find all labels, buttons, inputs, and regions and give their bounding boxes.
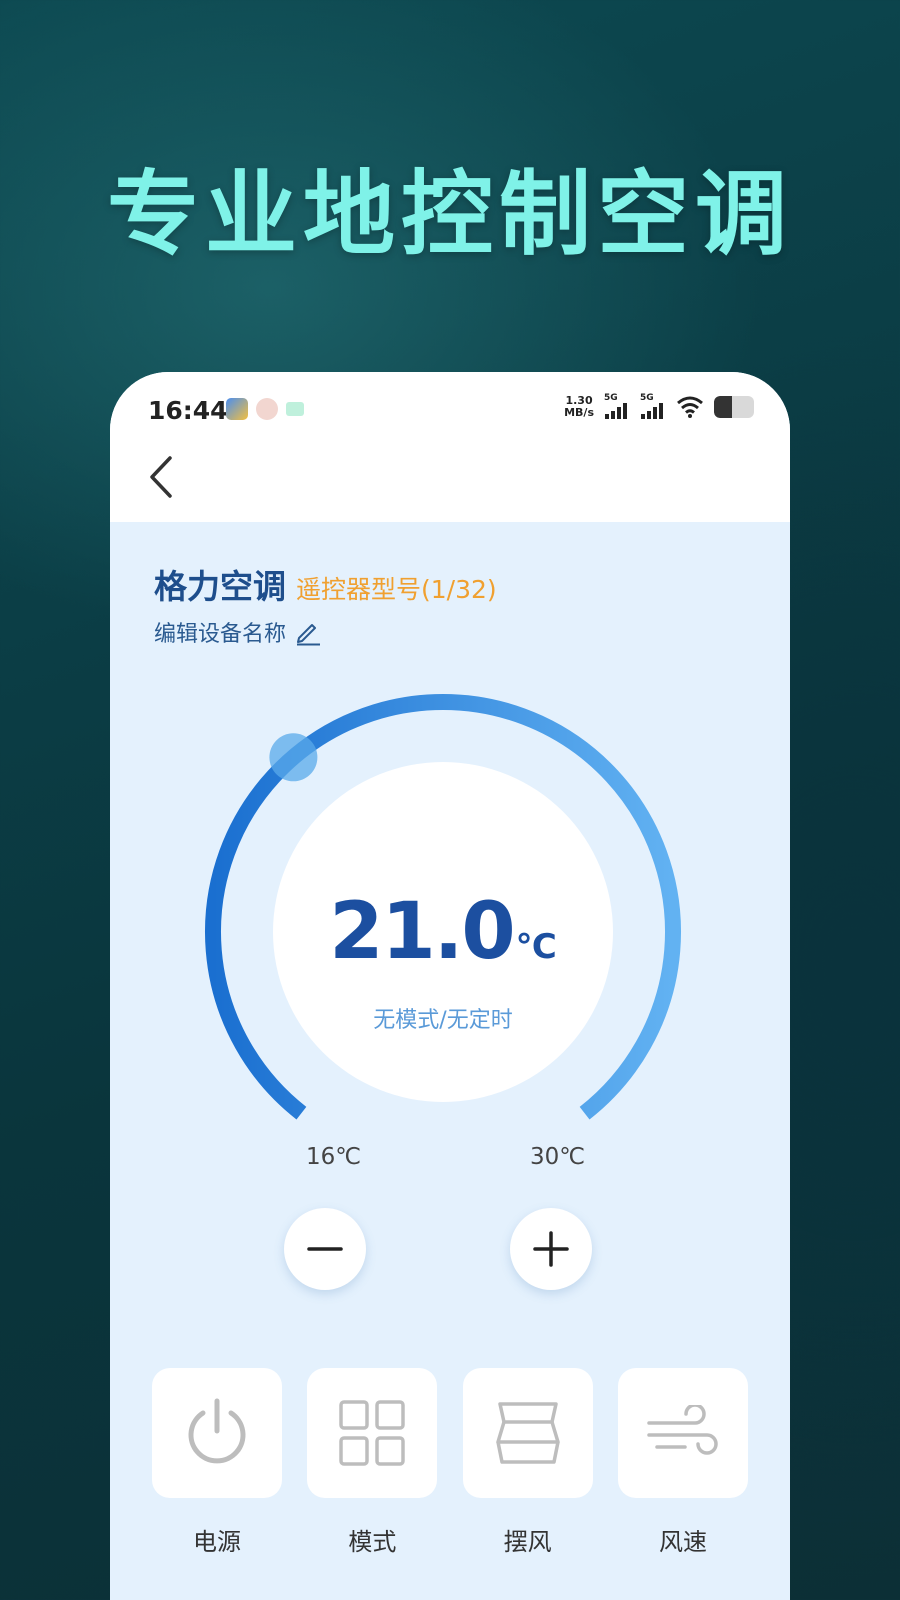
wifi-icon [677,396,703,418]
temperature-value-row: 21.0℃ [273,887,613,977]
notification-message-icon [286,402,304,416]
wind-speed-icon [647,1405,718,1455]
pencil-icon [297,624,321,646]
net-speed-value: 1.30 [565,393,593,407]
power-control[interactable]: 电源 [152,1368,282,1557]
swing-control[interactable]: 摆风 [462,1368,593,1557]
wind-speed-control[interactable]: 风速 [617,1368,748,1557]
temperature-knob[interactable] [269,733,318,782]
wind-speed-label: 风速 [658,1528,707,1556]
min-temperature-label: 16℃ [306,1144,362,1170]
edit-device-name-button[interactable]: 编辑设备名称 [154,616,322,648]
max-temperature-label: 30℃ [530,1144,586,1170]
power-tile[interactable] [152,1368,282,1498]
mode-status-text: 无模式/无定时 [373,1008,513,1033]
signal-2-label: 5G [640,393,654,403]
remote-model-link[interactable]: 遥控器型号(1/32) [296,570,497,606]
swing-tile[interactable] [462,1368,593,1498]
net-speed-unit: MB/s [564,405,594,419]
temperature-display: 21.0℃ 无模式/无定时 [273,762,613,1102]
signal-1: 5G [604,394,630,419]
notification-app-icon [226,398,248,420]
temperature-value: 21.0 [329,887,515,977]
device-title: 格力空调 遥控器型号(1/32) [154,560,497,608]
mode-control[interactable]: 模式 [307,1368,438,1557]
temperature-unit: ℃ [515,927,557,967]
battery-fill [714,395,732,418]
signal-bars-icon [605,403,627,419]
headline: 专业地控制空调 [106,161,793,268]
signal-1-label: 5G [604,393,618,403]
edit-device-name-label: 编辑设备名称 [154,622,287,647]
notification-avatar-icon [256,398,278,420]
mode-label: 模式 [348,1528,397,1556]
top-bar: 16:44 1.30 MB/s 5G 5G [110,372,790,522]
phone-screen: 16:44 1.30 MB/s 5G 5G 格力空调 遥控器型号(1/32) 编… [110,372,790,1600]
power-label: 电源 [193,1528,241,1556]
mode-grid-icon [339,1400,406,1466]
power-icon [188,1398,246,1464]
decrease-temperature-button[interactable] [284,1208,366,1290]
status-notification-icons [226,398,304,420]
control-tiles: 电源 模式 摆风 风速 [152,1368,748,1557]
increase-temperature-button[interactable] [510,1208,592,1290]
signal-2: 5G [640,394,666,419]
chevron-left-icon [150,456,172,498]
signal-bars-icon [641,403,663,419]
swing-label: 摆风 [503,1528,552,1556]
plus-icon [533,1231,569,1267]
swing-icon [495,1402,560,1464]
back-button[interactable] [142,452,182,502]
net-speed: 1.30 MB/s [564,393,594,419]
status-time: 16:44 [148,396,228,425]
minus-icon [307,1247,343,1251]
status-right: 1.30 MB/s 5G 5G [564,394,754,419]
mode-tile[interactable] [307,1368,438,1498]
device-name: 格力空调 [154,567,286,606]
wind-speed-tile[interactable] [617,1368,748,1498]
battery-icon [714,395,754,418]
